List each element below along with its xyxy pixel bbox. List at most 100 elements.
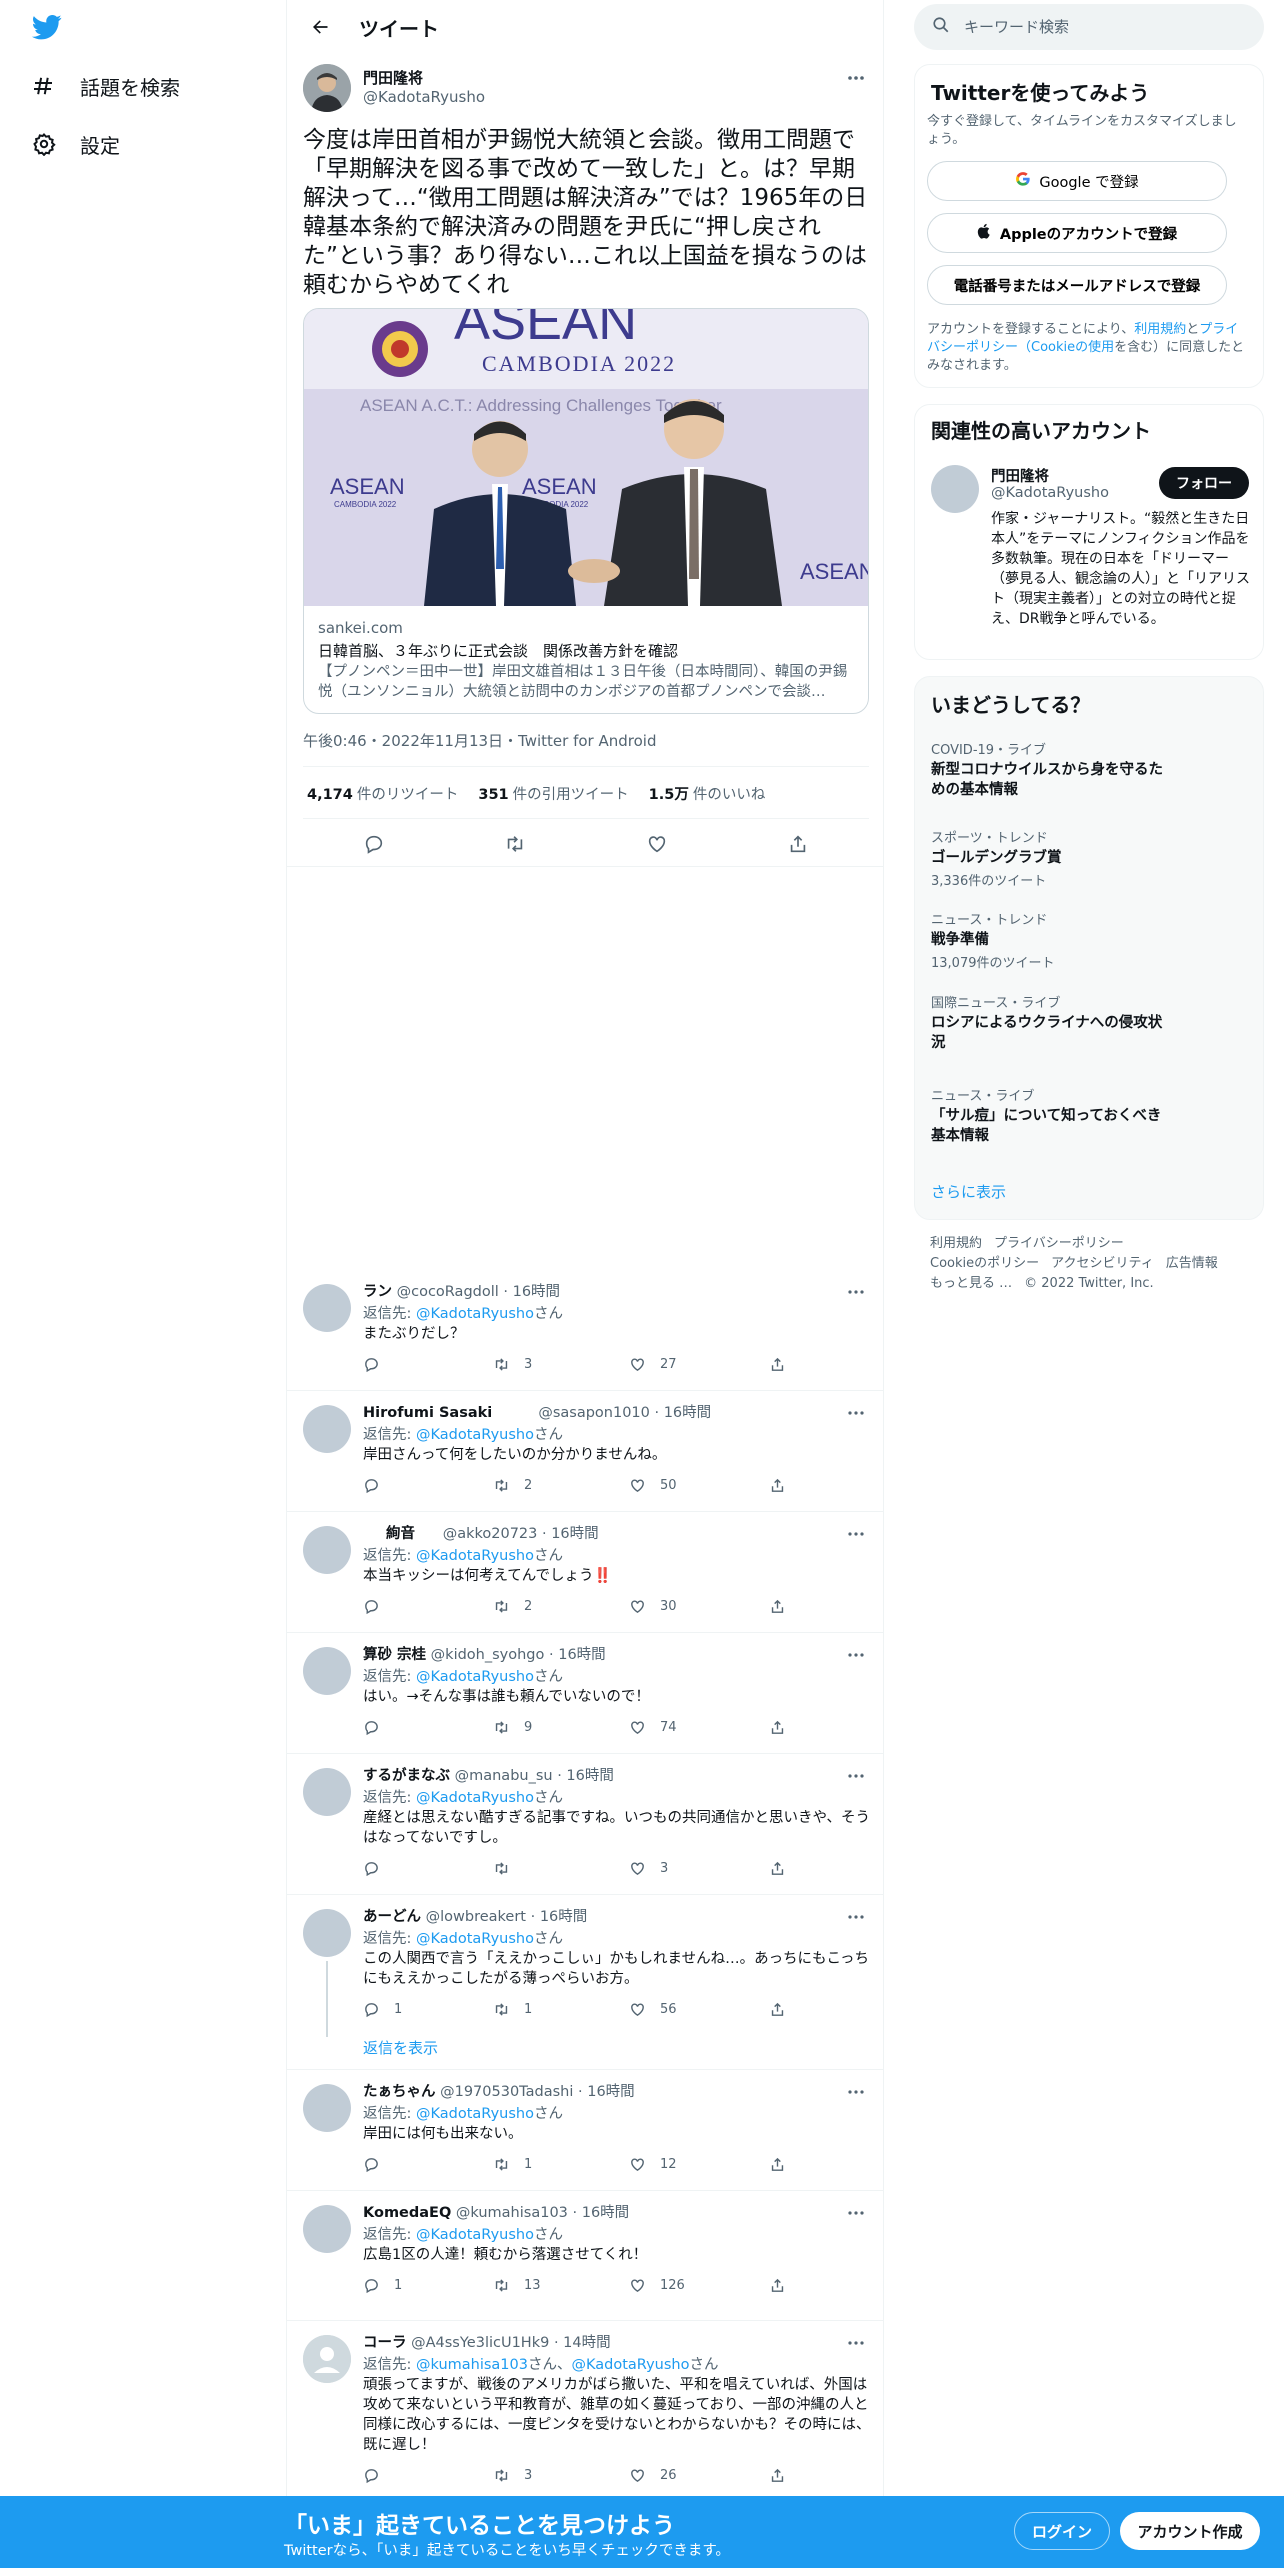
more-options-icon[interactable] [843, 1645, 869, 1665]
show-replies-link[interactable]: 返信を表示 [363, 2037, 438, 2058]
footer-ads[interactable]: 広告情報 [1166, 1256, 1218, 1271]
share-icon[interactable] [769, 2001, 786, 2018]
reply-item[interactable]: 絢音 @akko20723 · 16時間 返信先: @KadotaRyushoさ… [287, 1512, 883, 1633]
retweet-icon[interactable]: 13 [493, 2277, 541, 2294]
search-input[interactable] [964, 18, 1234, 36]
avatar[interactable] [303, 1768, 351, 1816]
footer-accessibility[interactable]: アクセシビリティ [1051, 1256, 1154, 1271]
login-button[interactable]: ログイン [1014, 2512, 1110, 2550]
avatar[interactable] [303, 1909, 351, 1957]
more-options-icon[interactable] [843, 2082, 869, 2102]
trend-item[interactable]: ニュース・ライブ 「サル痘」について知っておくべき基本情報 [931, 1085, 1171, 1146]
avatar[interactable] [303, 1647, 351, 1695]
avatar[interactable] [303, 1526, 351, 1574]
more-options-icon[interactable] [843, 1403, 869, 1423]
retweet-icon[interactable]: 2 [493, 1477, 532, 1494]
like-icon[interactable]: 56 [629, 2001, 677, 2018]
default-avatar-icon[interactable] [303, 2335, 351, 2383]
avatar[interactable] [303, 1405, 351, 1453]
follow-button[interactable]: フォロー [1159, 467, 1249, 499]
related-handle[interactable]: @KadotaRyusho [991, 485, 1109, 501]
reply-item[interactable]: たぁちゃん @1970530Tadashi · 16時間 返信先: @Kadot… [287, 2070, 883, 2191]
search-box[interactable] [914, 4, 1264, 50]
avatar[interactable] [303, 1284, 351, 1332]
apple-signup-button[interactable]: Appleのアカウントで登録 [927, 213, 1227, 253]
reply-item[interactable]: あーどん @lowbreakert · 16時間 返信先: @KadotaRyu… [287, 1895, 883, 2070]
like-icon[interactable]: 74 [629, 1719, 677, 1736]
retweet-icon[interactable]: 3 [493, 1356, 532, 1373]
reply-item[interactable]: 算砂 宗桂 @kidoh_syohgo · 16時間 返信先: @KadotaR… [287, 1633, 883, 1754]
reply-icon[interactable] [363, 1477, 394, 1494]
retweet-icon[interactable]: 3 [493, 2467, 532, 2484]
share-icon[interactable] [787, 833, 809, 859]
reply-item[interactable]: するがまなぶ @manabu_su · 16時間 返信先: @KadotaRyu… [287, 1754, 883, 1895]
reply-icon[interactable] [363, 1719, 394, 1736]
related-name[interactable]: 門田隆将 [991, 465, 1049, 486]
more-options-icon[interactable] [843, 1766, 869, 1786]
footer-privacy[interactable]: プライバシーポリシー [994, 1236, 1124, 1251]
like-icon[interactable]: 26 [629, 2467, 677, 2484]
trend-item[interactable]: 国際ニュース・ライブ ロシアによるウクライナへの侵攻状況 [931, 992, 1171, 1053]
retweet-icon[interactable] [493, 1860, 524, 1877]
like-count[interactable]: 1.5万 件のいいね [649, 783, 766, 804]
quote-count[interactable]: 351 件の引用ツイート [478, 783, 628, 804]
link-card[interactable]: ASEAN CAMBODIA 2022 ASEAN A.C.T.: Addres… [303, 308, 869, 714]
share-icon[interactable] [769, 1356, 786, 1373]
nav-settings[interactable]: 設定 [30, 122, 120, 166]
trend-item[interactable]: COVID-19・ライブ 新型コロナウイルスから身を守るための基本情報 [931, 739, 1171, 800]
footer-cookie[interactable]: Cookieのポリシー [930, 1256, 1039, 1271]
retweet-count[interactable]: 4,174 件のリツイート [307, 783, 458, 804]
more-options-icon[interactable] [843, 2333, 869, 2353]
google-signup-button[interactable]: Google で登録 [927, 161, 1227, 201]
share-icon[interactable] [769, 1477, 786, 1494]
reply-icon[interactable] [363, 1598, 394, 1615]
show-more-link[interactable]: さらに表示 [931, 1181, 1006, 1202]
like-icon[interactable]: 126 [629, 2277, 685, 2294]
share-icon[interactable] [769, 1719, 786, 1736]
footer-terms[interactable]: 利用規約 [930, 1236, 982, 1251]
more-options-icon[interactable] [843, 2203, 869, 2223]
create-account-button[interactable]: アカウント作成 [1120, 2512, 1260, 2550]
like-icon[interactable] [646, 833, 668, 859]
avatar[interactable] [303, 2084, 351, 2132]
more-options-icon[interactable] [843, 1282, 869, 1302]
more-options-icon[interactable] [843, 68, 869, 88]
like-icon[interactable]: 30 [629, 1598, 677, 1615]
reply-item[interactable]: KomedaEQ @kumahisa103 · 16時間 返信先: @Kadot… [287, 2191, 883, 2321]
reply-icon[interactable] [363, 1860, 394, 1877]
author-handle[interactable]: @KadotaRyusho [363, 88, 485, 106]
trend-item[interactable]: スポーツ・トレンド ゴールデングラブ賞 3,336件のツイート [931, 827, 1171, 889]
reply-icon[interactable] [363, 833, 385, 859]
tweet-timestamp[interactable]: 午後0:46・2022年11月13日・Twitter for Android [303, 730, 656, 751]
retweet-icon[interactable]: 9 [493, 1719, 532, 1736]
reply-item[interactable]: Hirofumi Sasaki @sasapon1010 · 16時間 返信先:… [287, 1391, 883, 1512]
share-icon[interactable] [769, 2467, 786, 2484]
share-icon[interactable] [769, 2156, 786, 2173]
nav-explore[interactable]: 話題を検索 [30, 64, 180, 108]
footer-more[interactable]: もっと見る … [930, 1276, 1012, 1291]
reply-icon[interactable] [363, 2467, 394, 2484]
reply-item[interactable]: ラン @cocoRagdoll · 16時間 返信先: @KadotaRyush… [287, 1270, 883, 1391]
author-avatar[interactable] [303, 64, 351, 112]
twitter-logo-icon[interactable] [30, 12, 70, 52]
reply-icon[interactable] [363, 1356, 394, 1373]
retweet-icon[interactable]: 1 [493, 2156, 532, 2173]
share-icon[interactable] [769, 1860, 786, 1877]
share-icon[interactable] [769, 2277, 786, 2294]
like-icon[interactable]: 12 [629, 2156, 677, 2173]
retweet-icon[interactable]: 2 [493, 1598, 532, 1615]
retweet-icon[interactable] [504, 833, 526, 859]
avatar[interactable] [303, 2205, 351, 2253]
back-arrow-icon[interactable] [303, 10, 337, 44]
reply-item[interactable]: コーラ @A4ssYe3licU1Hk9 · 14時間 返信先: @kumahi… [287, 2321, 883, 2496]
author-name[interactable]: 門田隆将 [363, 67, 423, 88]
share-icon[interactable] [769, 1598, 786, 1615]
more-options-icon[interactable] [843, 1907, 869, 1927]
phone-email-signup-button[interactable]: 電話番号またはメールアドレスで登録 [927, 265, 1227, 305]
avatar[interactable] [931, 465, 979, 513]
reply-icon[interactable]: 1 [363, 2277, 402, 2294]
like-icon[interactable]: 3 [629, 1860, 668, 1877]
reply-icon[interactable] [363, 2156, 394, 2173]
trend-item[interactable]: ニュース・トレンド 戦争準備 13,079件のツイート [931, 909, 1171, 971]
terms-link[interactable]: 利用規約 [1134, 322, 1186, 337]
